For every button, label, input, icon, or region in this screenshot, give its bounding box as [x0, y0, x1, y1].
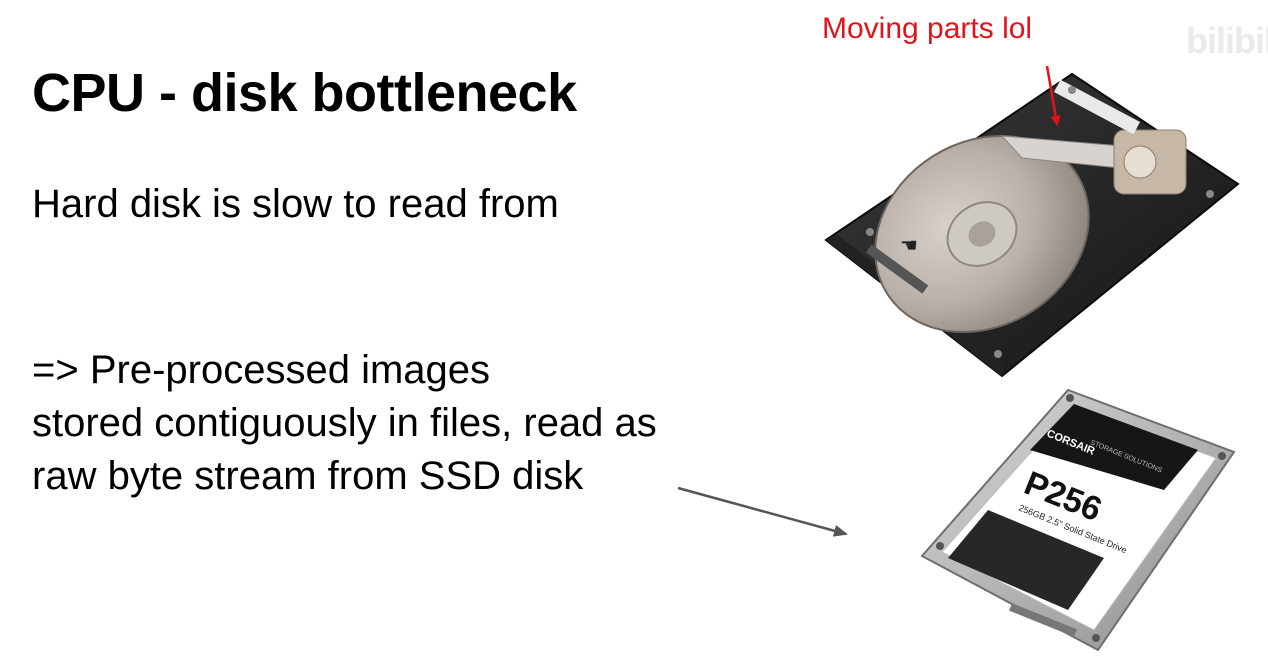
slide: CPU - disk bottleneck Hard disk is slow …: [0, 0, 1268, 665]
arrows-layer: [677, 65, 1061, 537]
ssd-pointer-arrow: [677, 486, 848, 537]
moving-parts-arrow: [1045, 65, 1061, 126]
